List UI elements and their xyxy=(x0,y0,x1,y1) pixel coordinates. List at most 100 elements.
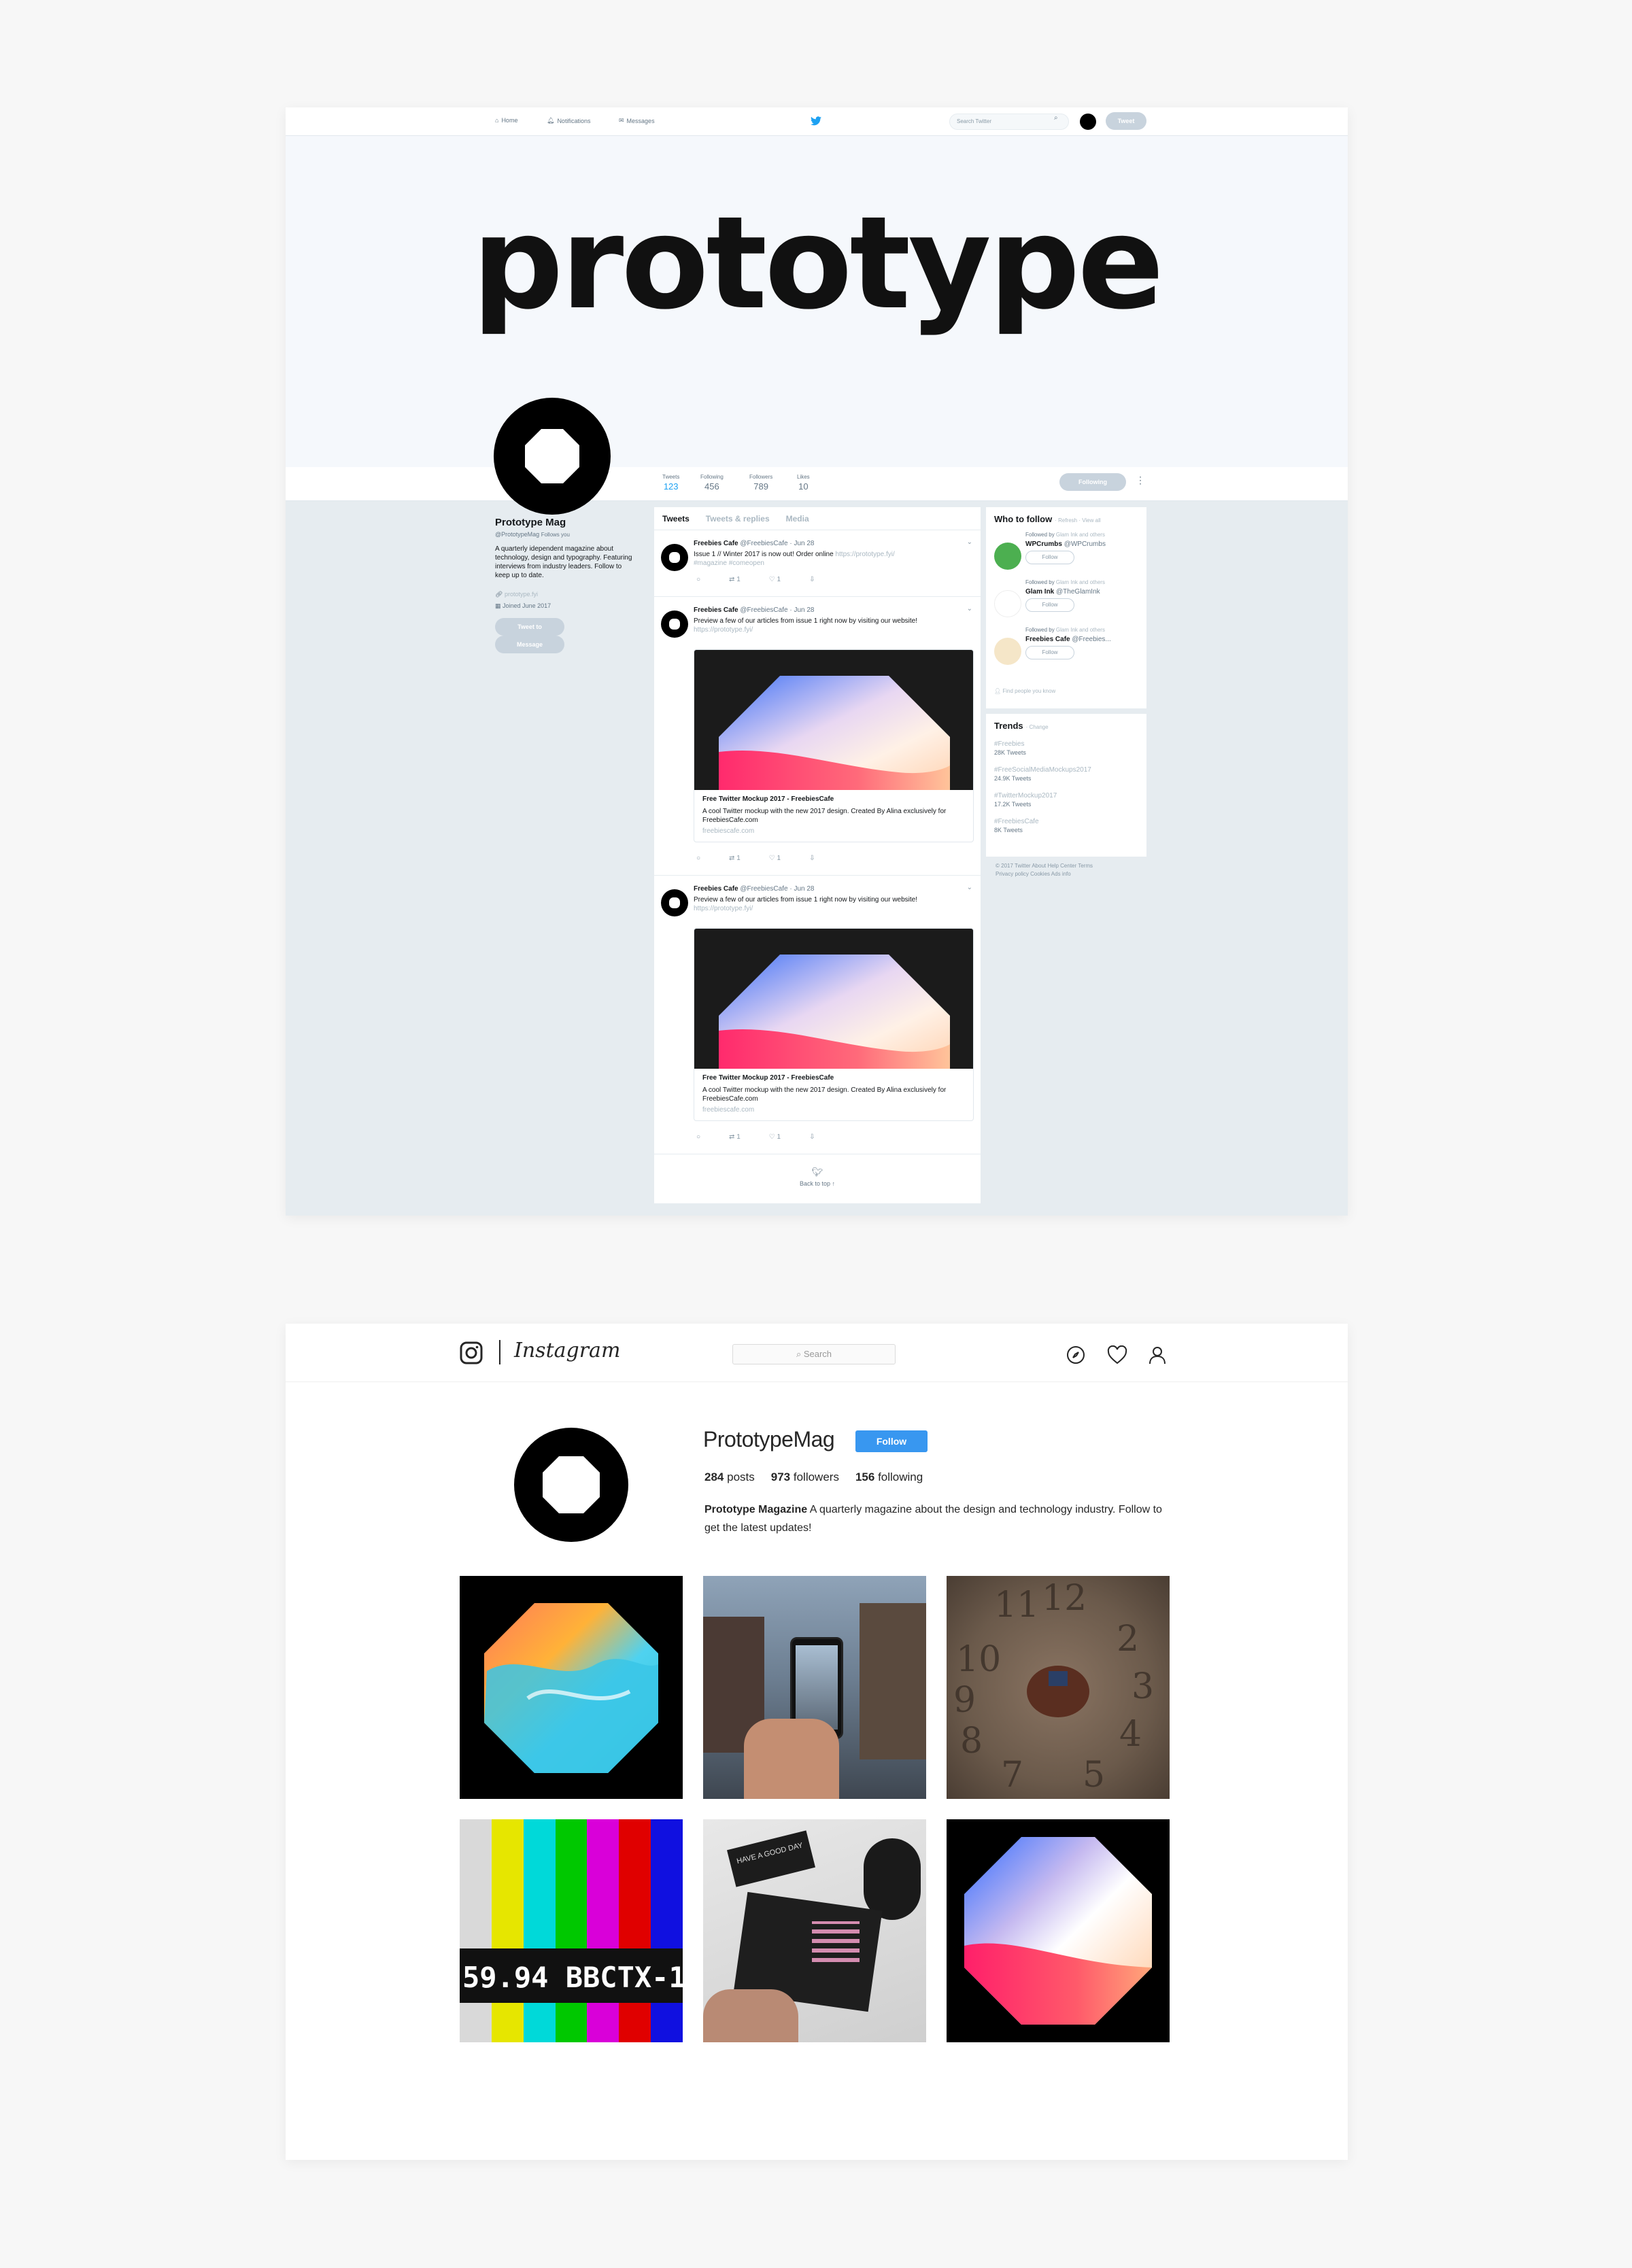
retweet-icon[interactable]: ⇄ 1 xyxy=(729,576,741,583)
grid-post-phone-street[interactable] xyxy=(703,1576,926,1799)
tweet-text: Preview a few of our articles from issue… xyxy=(694,896,918,912)
trend-item[interactable]: #TwitterMockup2017 17.2K Tweets xyxy=(986,792,1146,808)
suggestion-avatar[interactable] xyxy=(994,638,1021,665)
tweet-item[interactable]: Freebies Cafe @FreebiesCafe · Jun 28 Pre… xyxy=(654,876,981,1154)
follow-button[interactable]: Follow xyxy=(1025,551,1074,564)
follow-suggestion: Followed by Glam Ink and others WPCrumbs… xyxy=(994,532,1137,570)
grid-post-octagon-gradient[interactable] xyxy=(947,1819,1170,2042)
instagram-wordmark[interactable]: Instagram xyxy=(514,1339,620,1362)
tweet-to-button[interactable]: Tweet to xyxy=(495,618,564,636)
nav-home[interactable]: ⌂ Home xyxy=(495,117,517,124)
stat-likes[interactable]: Likes 10 xyxy=(797,474,810,492)
account-avatar[interactable] xyxy=(1080,114,1096,130)
trends-panel: Trends · Change #Freebies 28K Tweets #Free… xyxy=(986,714,1146,857)
follow-suggestion: Followed by Glam Ink and others Glam Ink… xyxy=(994,579,1137,617)
grid-post-notebook-coffee[interactable]: HAVE A GOOD DAY xyxy=(703,1819,926,2042)
tab-replies[interactable]: Tweets & replies xyxy=(706,514,770,530)
heart-icon[interactable] xyxy=(1107,1345,1127,1364)
tweet-avatar[interactable] xyxy=(661,889,688,916)
find-people-link[interactable]: 👤︎ Find people you know xyxy=(994,688,1055,694)
bell-icon: 🔔︎ xyxy=(547,117,555,124)
search-icon[interactable]: ⌕ xyxy=(1054,114,1058,122)
reply-icon[interactable]: ○ xyxy=(696,1133,700,1141)
chevron-down-icon[interactable]: ⌄ xyxy=(967,605,972,613)
following-count[interactable]: 156 following xyxy=(855,1471,923,1484)
profile-website[interactable]: 🔗︎ prototype.fyi xyxy=(495,591,638,598)
back-to-top-link[interactable]: Back to top ↑ xyxy=(654,1180,981,1187)
follow-button[interactable]: Follow xyxy=(1025,646,1074,659)
following-button[interactable]: Following xyxy=(1059,473,1126,491)
like-icon[interactable]: ♡ 1 xyxy=(769,576,781,583)
link-icon: 🔗︎ xyxy=(495,591,503,598)
link-card[interactable]: Free Twitter Mockup 2017 - FreebiesCafe … xyxy=(694,649,974,842)
nav-notifications[interactable]: 🔔︎ Notifications xyxy=(547,117,590,124)
stat-tweets[interactable]: Tweets 123 xyxy=(662,474,679,492)
reply-icon[interactable]: ○ xyxy=(696,855,700,862)
suggestion-avatar[interactable] xyxy=(994,543,1021,570)
svg-text:prototype: prototype xyxy=(472,189,1161,338)
octagon-logo-icon xyxy=(543,1456,600,1513)
tab-tweets[interactable]: Tweets xyxy=(662,514,690,530)
grid-post-octagon-swirl[interactable] xyxy=(460,1576,683,1799)
svg-text:2: 2 xyxy=(1117,1619,1139,1660)
search-input[interactable]: Search Twitter xyxy=(949,114,1069,130)
tweet-button[interactable]: Tweet xyxy=(1106,112,1146,130)
like-icon[interactable]: ♡ 1 xyxy=(769,1133,781,1141)
twitter-nav-bar: ⌂ Home 🔔︎ Notifications ✉ Messages Search T… xyxy=(286,107,1348,136)
posts-count: 284 posts xyxy=(704,1471,755,1483)
compass-icon[interactable] xyxy=(1066,1345,1085,1364)
profile-avatar[interactable] xyxy=(514,1428,628,1542)
tweet-item[interactable]: Freebies Cafe @FreebiesCafe · Jun 28 Pre… xyxy=(654,597,981,876)
feed-tabs: Tweets Tweets & replies Media xyxy=(654,507,981,530)
tweet-avatar[interactable] xyxy=(661,544,688,571)
dm-icon[interactable]: ⇩ xyxy=(809,855,815,862)
message-button[interactable]: Message xyxy=(495,636,564,653)
twitter-bird-icon: 🐦︎ xyxy=(811,1167,823,1177)
nav-messages[interactable]: ✉ Messages xyxy=(619,117,655,124)
grid-post-clock-chair[interactable]: 12 2 3 4 5 9 10 11 8 7 xyxy=(947,1576,1170,1799)
envelope-icon: ✉ xyxy=(619,117,624,124)
grid-post-tv-test-pattern[interactable]: 59.94 BBCTX-1 xyxy=(460,1819,683,2042)
retweet-icon[interactable]: ⇄ 1 xyxy=(729,1133,741,1141)
search-input[interactable]: ⌕ Search xyxy=(732,1344,896,1364)
svg-text:10: 10 xyxy=(956,1639,1001,1680)
trend-item[interactable]: #FreeSocialMediaMockups2017 24.9K Tweets xyxy=(986,766,1146,783)
tweet-actions: ○ ⇄ 1 ♡ 1 ⇩ xyxy=(694,1133,971,1141)
profile-sidebar: Prototype Mag @PrototypeMag Follows you … xyxy=(495,517,638,653)
stat-followers[interactable]: Followers 789 xyxy=(749,474,772,492)
chevron-down-icon[interactable]: ⌄ xyxy=(967,538,972,546)
stat-following[interactable]: Following 456 xyxy=(700,474,724,492)
profile-avatar[interactable] xyxy=(494,398,611,515)
follow-button[interactable]: Follow xyxy=(855,1430,928,1452)
twitter-bird-icon[interactable] xyxy=(811,116,821,126)
profile-bio: A quarterly idependent magazine about te… xyxy=(495,545,632,579)
trend-item[interactable]: #FreebiesCafe 8K Tweets xyxy=(986,818,1146,834)
instagram-camera-icon[interactable] xyxy=(460,1341,483,1364)
like-icon[interactable]: ♡ 1 xyxy=(769,855,781,862)
tweet-avatar[interactable] xyxy=(661,611,688,638)
divider xyxy=(499,1340,500,1364)
reply-icon[interactable]: ○ xyxy=(696,576,700,583)
follow-button[interactable]: Follow xyxy=(1025,598,1074,612)
tab-media[interactable]: Media xyxy=(786,514,809,530)
suggestion-avatar[interactable] xyxy=(994,590,1021,617)
link-card[interactable]: Free Twitter Mockup 2017 - FreebiesCafe … xyxy=(694,928,974,1121)
dm-icon[interactable]: ⇩ xyxy=(809,1133,815,1141)
user-icon[interactable] xyxy=(1148,1345,1167,1364)
dm-icon[interactable]: ⇩ xyxy=(809,576,815,583)
tweet-header: Freebies Cafe @FreebiesCafe · Jun 28 xyxy=(694,606,815,614)
tweet-item[interactable]: Freebies Cafe @FreebiesCafe · Jun 28 Iss… xyxy=(654,530,981,597)
followers-count[interactable]: 973 followers xyxy=(771,1471,839,1484)
tweet-actions: ○ ⇄ 1 ♡ 1 ⇩ xyxy=(694,576,971,583)
trend-item[interactable]: #Freebies 28K Tweets xyxy=(986,740,1146,757)
svg-text:7: 7 xyxy=(1001,1755,1023,1796)
footer-links[interactable]: © 2017 Twitter About Help Center Terms P… xyxy=(996,862,1145,878)
tv-text-2: BBCTX-1 xyxy=(565,1961,683,1994)
retweet-icon[interactable]: ⇄ 1 xyxy=(729,855,741,862)
calendar-icon: ▦ xyxy=(495,602,501,609)
tweet-feed: Tweets Tweets & replies Media Freebies C… xyxy=(654,507,981,1203)
card-image xyxy=(694,650,973,790)
chevron-down-icon[interactable]: ⌄ xyxy=(967,884,972,891)
more-options-icon[interactable]: ⋮ xyxy=(1136,475,1145,486)
profile-name: Prototype Mag xyxy=(495,517,566,528)
